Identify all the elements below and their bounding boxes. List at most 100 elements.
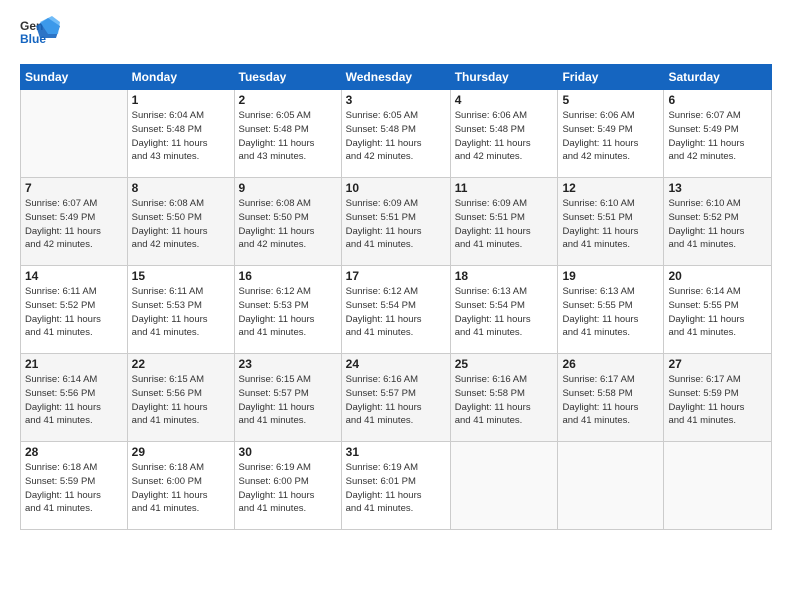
day-info: Sunrise: 6:16 AM Sunset: 5:58 PM Dayligh… bbox=[455, 373, 554, 428]
day-info: Sunrise: 6:15 AM Sunset: 5:56 PM Dayligh… bbox=[132, 373, 230, 428]
calendar-cell: 25 Sunrise: 6:16 AM Sunset: 5:58 PM Dayli… bbox=[450, 354, 558, 442]
calendar-cell: 31 Sunrise: 6:19 AM Sunset: 6:01 PM Dayli… bbox=[341, 442, 450, 530]
calendar-cell: 23 Sunrise: 6:15 AM Sunset: 5:57 PM Dayli… bbox=[234, 354, 341, 442]
calendar-cell: 27 Sunrise: 6:17 AM Sunset: 5:59 PM Dayli… bbox=[664, 354, 772, 442]
calendar-cell: 17 Sunrise: 6:12 AM Sunset: 5:54 PM Dayli… bbox=[341, 266, 450, 354]
day-info: Sunrise: 6:06 AM Sunset: 5:49 PM Dayligh… bbox=[562, 109, 659, 164]
calendar-cell: 2 Sunrise: 6:05 AM Sunset: 5:48 PM Daylig… bbox=[234, 90, 341, 178]
calendar-header-row: SundayMondayTuesdayWednesdayThursdayFrid… bbox=[21, 65, 772, 90]
day-info: Sunrise: 6:16 AM Sunset: 5:57 PM Dayligh… bbox=[346, 373, 446, 428]
day-number: 9 bbox=[239, 181, 337, 195]
day-number: 27 bbox=[668, 357, 767, 371]
logo: Gen Blue bbox=[20, 16, 60, 54]
calendar-cell: 16 Sunrise: 6:12 AM Sunset: 5:53 PM Dayli… bbox=[234, 266, 341, 354]
day-number: 5 bbox=[562, 93, 659, 107]
day-number: 25 bbox=[455, 357, 554, 371]
calendar-week-row: 21 Sunrise: 6:14 AM Sunset: 5:56 PM Dayli… bbox=[21, 354, 772, 442]
page: Gen Blue SundayMondayTuesdayWednesdayThu… bbox=[0, 0, 792, 612]
calendar-cell: 19 Sunrise: 6:13 AM Sunset: 5:55 PM Dayli… bbox=[558, 266, 664, 354]
day-info: Sunrise: 6:13 AM Sunset: 5:54 PM Dayligh… bbox=[455, 285, 554, 340]
day-info: Sunrise: 6:17 AM Sunset: 5:59 PM Dayligh… bbox=[668, 373, 767, 428]
column-header-monday: Monday bbox=[127, 65, 234, 90]
calendar-cell: 9 Sunrise: 6:08 AM Sunset: 5:50 PM Daylig… bbox=[234, 178, 341, 266]
calendar-cell: 11Sunrise: 6:09 AM Sunset: 5:51 PM Dayli… bbox=[450, 178, 558, 266]
day-number: 2 bbox=[239, 93, 337, 107]
calendar-cell: 4 Sunrise: 6:06 AM Sunset: 5:48 PM Daylig… bbox=[450, 90, 558, 178]
day-number: 15 bbox=[132, 269, 230, 283]
day-info: Sunrise: 6:14 AM Sunset: 5:56 PM Dayligh… bbox=[25, 373, 123, 428]
header: Gen Blue bbox=[20, 16, 772, 54]
day-info: Sunrise: 6:11 AM Sunset: 5:53 PM Dayligh… bbox=[132, 285, 230, 340]
day-number: 19 bbox=[562, 269, 659, 283]
day-number: 17 bbox=[346, 269, 446, 283]
calendar-cell: 26 Sunrise: 6:17 AM Sunset: 5:58 PM Dayli… bbox=[558, 354, 664, 442]
calendar-cell: 1 Sunrise: 6:04 AM Sunset: 5:48 PM Daylig… bbox=[127, 90, 234, 178]
day-info: Sunrise: 6:08 AM Sunset: 5:50 PM Dayligh… bbox=[239, 197, 337, 252]
column-header-thursday: Thursday bbox=[450, 65, 558, 90]
day-number: 12 bbox=[562, 181, 659, 195]
column-header-sunday: Sunday bbox=[21, 65, 128, 90]
calendar-cell: 7Sunrise: 6:07 AM Sunset: 5:49 PM Daylig… bbox=[21, 178, 128, 266]
day-info: Sunrise: 6:19 AM Sunset: 6:00 PM Dayligh… bbox=[239, 461, 337, 516]
day-info: Sunrise: 6:06 AM Sunset: 5:48 PM Dayligh… bbox=[455, 109, 554, 164]
calendar-cell: 21 Sunrise: 6:14 AM Sunset: 5:56 PM Dayli… bbox=[21, 354, 128, 442]
calendar-cell: 12Sunrise: 6:10 AM Sunset: 5:51 PM Dayli… bbox=[558, 178, 664, 266]
calendar-cell: 20Sunrise: 6:14 AM Sunset: 5:55 PM Dayli… bbox=[664, 266, 772, 354]
calendar-cell: 18 Sunrise: 6:13 AM Sunset: 5:54 PM Dayli… bbox=[450, 266, 558, 354]
day-number: 7 bbox=[25, 181, 123, 195]
day-info: Sunrise: 6:13 AM Sunset: 5:55 PM Dayligh… bbox=[562, 285, 659, 340]
day-number: 18 bbox=[455, 269, 554, 283]
day-number: 22 bbox=[132, 357, 230, 371]
day-info: Sunrise: 6:07 AM Sunset: 5:49 PM Dayligh… bbox=[668, 109, 767, 164]
day-info: Sunrise: 6:05 AM Sunset: 5:48 PM Dayligh… bbox=[346, 109, 446, 164]
calendar-cell: 3 Sunrise: 6:05 AM Sunset: 5:48 PM Daylig… bbox=[341, 90, 450, 178]
day-number: 21 bbox=[25, 357, 123, 371]
day-info: Sunrise: 6:11 AM Sunset: 5:52 PM Dayligh… bbox=[25, 285, 123, 340]
day-info: Sunrise: 6:17 AM Sunset: 5:58 PM Dayligh… bbox=[562, 373, 659, 428]
calendar-cell: 10 Sunrise: 6:09 AM Sunset: 5:51 PM Dayli… bbox=[341, 178, 450, 266]
day-info: Sunrise: 6:09 AM Sunset: 5:51 PM Dayligh… bbox=[346, 197, 446, 252]
day-info: Sunrise: 6:12 AM Sunset: 5:53 PM Dayligh… bbox=[239, 285, 337, 340]
calendar-week-row: 7Sunrise: 6:07 AM Sunset: 5:49 PM Daylig… bbox=[21, 178, 772, 266]
calendar-cell bbox=[558, 442, 664, 530]
day-info: Sunrise: 6:18 AM Sunset: 6:00 PM Dayligh… bbox=[132, 461, 230, 516]
day-number: 23 bbox=[239, 357, 337, 371]
calendar-week-row: 28 Sunrise: 6:18 AM Sunset: 5:59 PM Dayli… bbox=[21, 442, 772, 530]
day-info: Sunrise: 6:05 AM Sunset: 5:48 PM Dayligh… bbox=[239, 109, 337, 164]
column-header-friday: Friday bbox=[558, 65, 664, 90]
logo-svg: Gen Blue bbox=[20, 16, 60, 54]
day-number: 14 bbox=[25, 269, 123, 283]
day-number: 10 bbox=[346, 181, 446, 195]
column-header-wednesday: Wednesday bbox=[341, 65, 450, 90]
day-number: 20 bbox=[668, 269, 767, 283]
day-info: Sunrise: 6:19 AM Sunset: 6:01 PM Dayligh… bbox=[346, 461, 446, 516]
calendar-cell: 5 Sunrise: 6:06 AM Sunset: 5:49 PM Daylig… bbox=[558, 90, 664, 178]
day-number: 3 bbox=[346, 93, 446, 107]
day-number: 1 bbox=[132, 93, 230, 107]
calendar-cell bbox=[450, 442, 558, 530]
calendar-cell: 30Sunrise: 6:19 AM Sunset: 6:00 PM Dayli… bbox=[234, 442, 341, 530]
day-info: Sunrise: 6:18 AM Sunset: 5:59 PM Dayligh… bbox=[25, 461, 123, 516]
day-info: Sunrise: 6:12 AM Sunset: 5:54 PM Dayligh… bbox=[346, 285, 446, 340]
calendar-cell: 28 Sunrise: 6:18 AM Sunset: 5:59 PM Dayli… bbox=[21, 442, 128, 530]
calendar-cell bbox=[664, 442, 772, 530]
day-number: 4 bbox=[455, 93, 554, 107]
day-number: 11 bbox=[455, 181, 554, 195]
day-info: Sunrise: 6:10 AM Sunset: 5:52 PM Dayligh… bbox=[668, 197, 767, 252]
calendar-cell: 13 Sunrise: 6:10 AM Sunset: 5:52 PM Dayli… bbox=[664, 178, 772, 266]
calendar-cell bbox=[21, 90, 128, 178]
day-number: 8 bbox=[132, 181, 230, 195]
calendar-week-row: 14 Sunrise: 6:11 AM Sunset: 5:52 PM Dayli… bbox=[21, 266, 772, 354]
column-header-saturday: Saturday bbox=[664, 65, 772, 90]
day-number: 31 bbox=[346, 445, 446, 459]
day-number: 28 bbox=[25, 445, 123, 459]
calendar-cell: 29Sunrise: 6:18 AM Sunset: 6:00 PM Dayli… bbox=[127, 442, 234, 530]
day-info: Sunrise: 6:04 AM Sunset: 5:48 PM Dayligh… bbox=[132, 109, 230, 164]
calendar-cell: 14 Sunrise: 6:11 AM Sunset: 5:52 PM Dayli… bbox=[21, 266, 128, 354]
day-info: Sunrise: 6:15 AM Sunset: 5:57 PM Dayligh… bbox=[239, 373, 337, 428]
day-number: 16 bbox=[239, 269, 337, 283]
calendar-cell: 6Sunrise: 6:07 AM Sunset: 5:49 PM Daylig… bbox=[664, 90, 772, 178]
column-header-tuesday: Tuesday bbox=[234, 65, 341, 90]
day-number: 26 bbox=[562, 357, 659, 371]
day-number: 13 bbox=[668, 181, 767, 195]
